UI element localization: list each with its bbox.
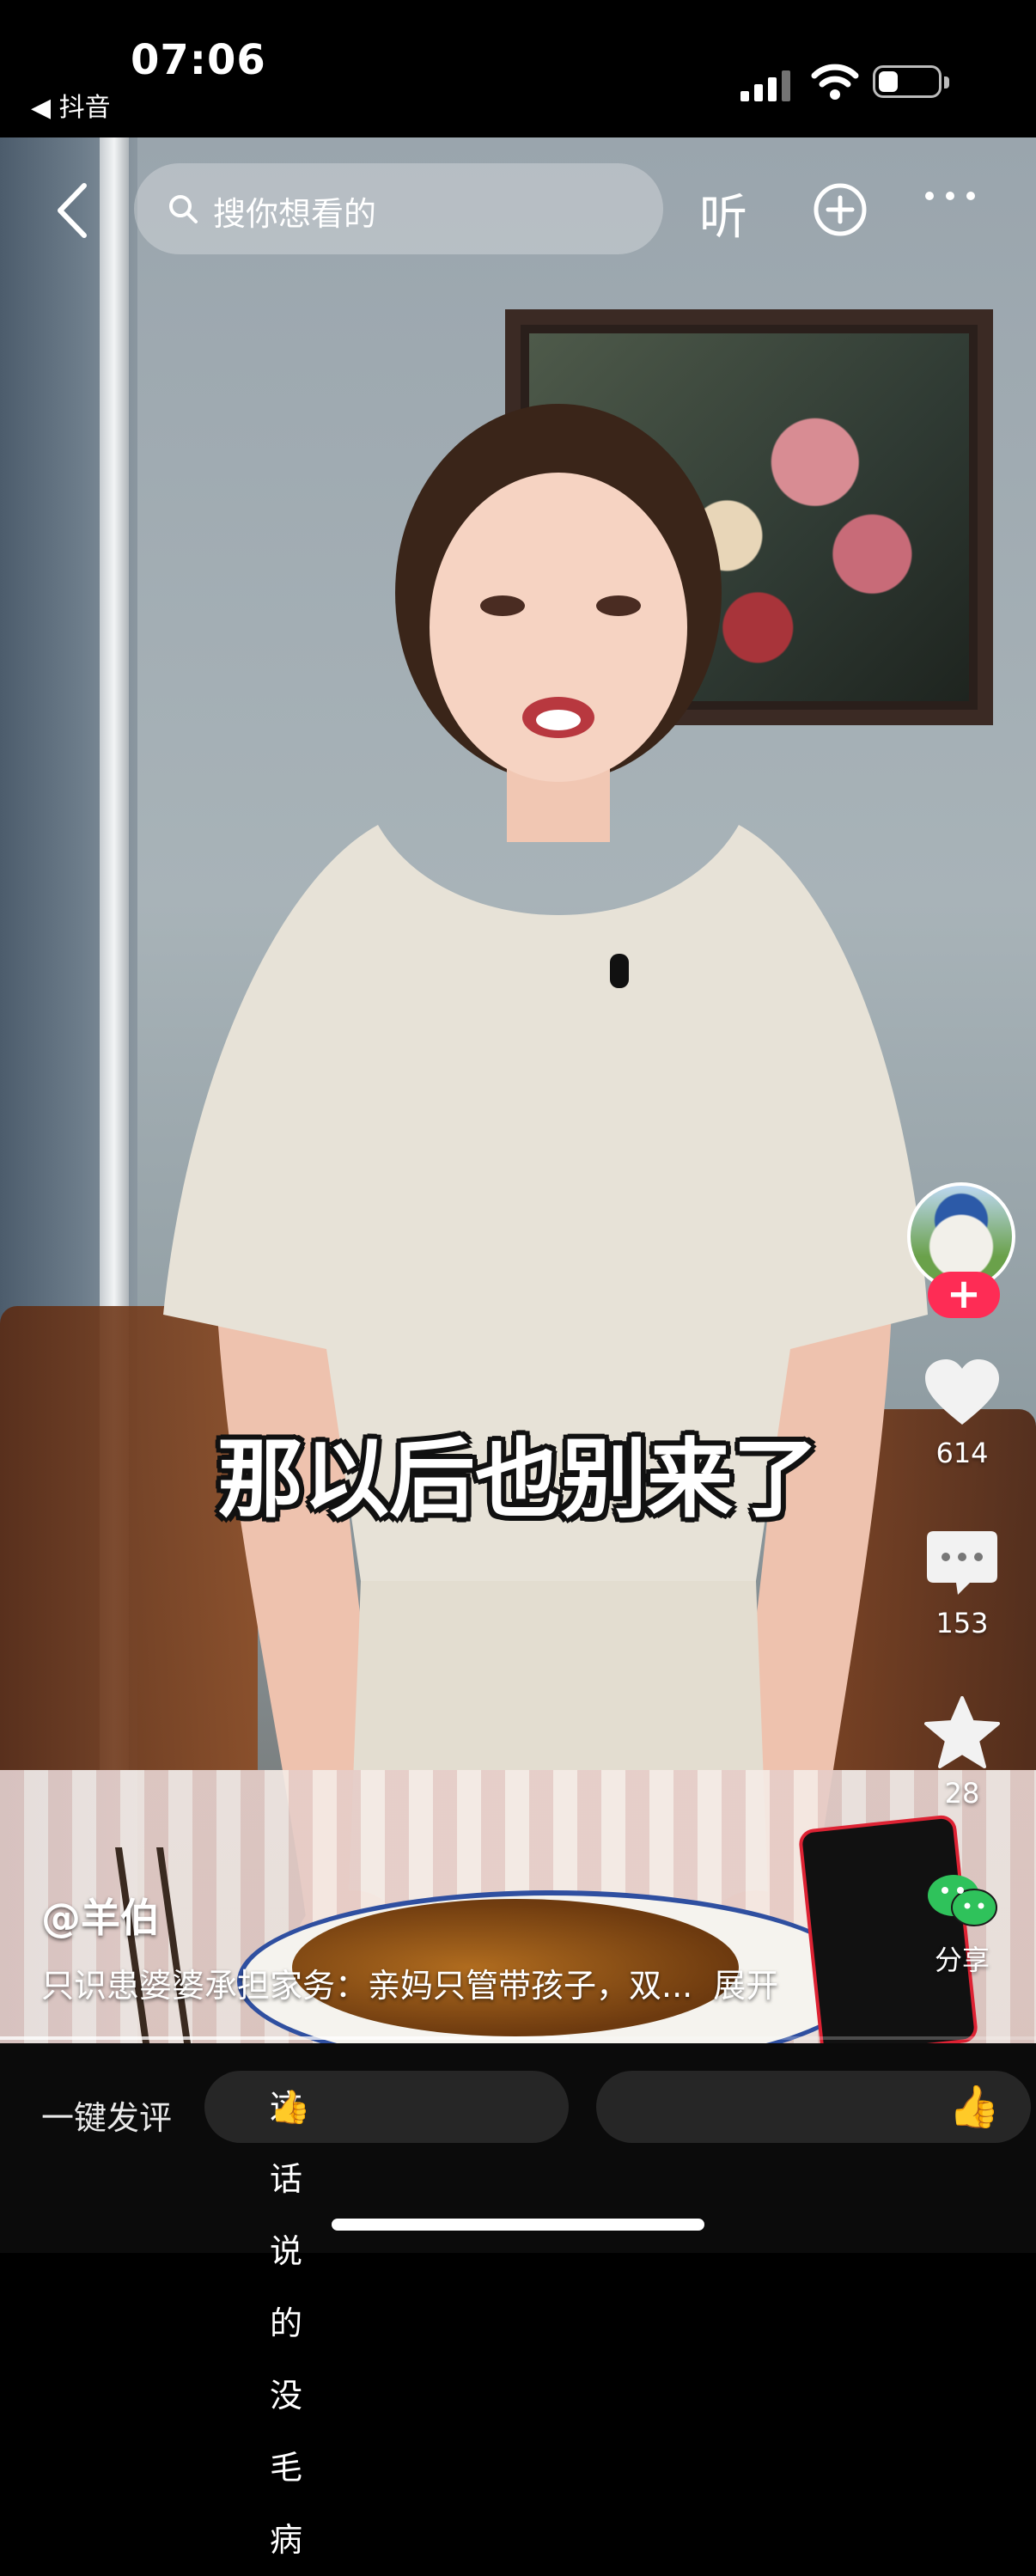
thumbs-up-icon: 👍 <box>270 2088 311 2126</box>
listen-button[interactable]: 听 <box>699 179 747 248</box>
search-placeholder: 搜你想看的 <box>213 195 377 233</box>
comment-action[interactable]: 153 <box>911 1529 1014 1639</box>
quick-comment-chip[interactable]: 这话说的没毛病 👍 <box>204 2071 569 2559</box>
battery-icon <box>873 65 949 98</box>
clock: 07:06 <box>131 36 266 84</box>
follow-button[interactable]: + <box>928 1272 1000 1318</box>
thumbs-up-icon: 👍 <box>948 2083 1000 2131</box>
quick-comment-chip[interactable]: 👍 <box>596 2071 1031 2143</box>
favorite-count: 28 <box>944 1777 980 1810</box>
back-arrow-icon[interactable] <box>52 180 93 241</box>
home-indicator[interactable] <box>332 2219 704 2231</box>
back-to-app-link[interactable]: ◀ 抖音 <box>31 86 111 124</box>
more-options-icon[interactable] <box>923 187 978 204</box>
video-player[interactable] <box>0 137 1036 2043</box>
post-description[interactable]: 只识患婆婆承担家务：亲妈只管带孩子，双... 展开 <box>41 1959 778 2006</box>
share-label: 分享 <box>934 1944 990 1976</box>
status-bar: 07:06 ◀ 抖音 <box>0 0 1036 137</box>
favorite-action[interactable]: 28 <box>911 1696 1014 1810</box>
heart-icon <box>925 1359 999 1425</box>
expand-link[interactable]: 展开 <box>713 1967 778 2005</box>
comment-count: 153 <box>935 1607 989 1639</box>
like-action[interactable]: 614 <box>911 1358 1014 1469</box>
add-icon[interactable] <box>813 182 868 237</box>
like-count: 614 <box>935 1437 989 1469</box>
search-bar[interactable]: 搜你想看的 <box>134 163 663 254</box>
search-icon <box>169 195 198 223</box>
progress-fill <box>0 2036 570 2040</box>
video-caption: 那以后也别来了 <box>217 1429 819 1529</box>
wechat-icon <box>928 1875 997 1926</box>
author-name[interactable]: @羊伯 <box>41 1887 160 1944</box>
video-progress-bar[interactable] <box>0 2036 1036 2040</box>
wifi-icon <box>811 64 859 100</box>
star-icon <box>924 1696 1000 1768</box>
description-text: 只识患婆婆承担家务：亲妈只管带孩子，双... <box>41 1967 693 2005</box>
share-action[interactable]: 分享 <box>911 1873 1014 1978</box>
comment-bubble-icon <box>927 1531 997 1595</box>
cellular-signal-icon <box>740 70 790 101</box>
quick-comment-label: 一键发评 <box>41 2099 173 2137</box>
